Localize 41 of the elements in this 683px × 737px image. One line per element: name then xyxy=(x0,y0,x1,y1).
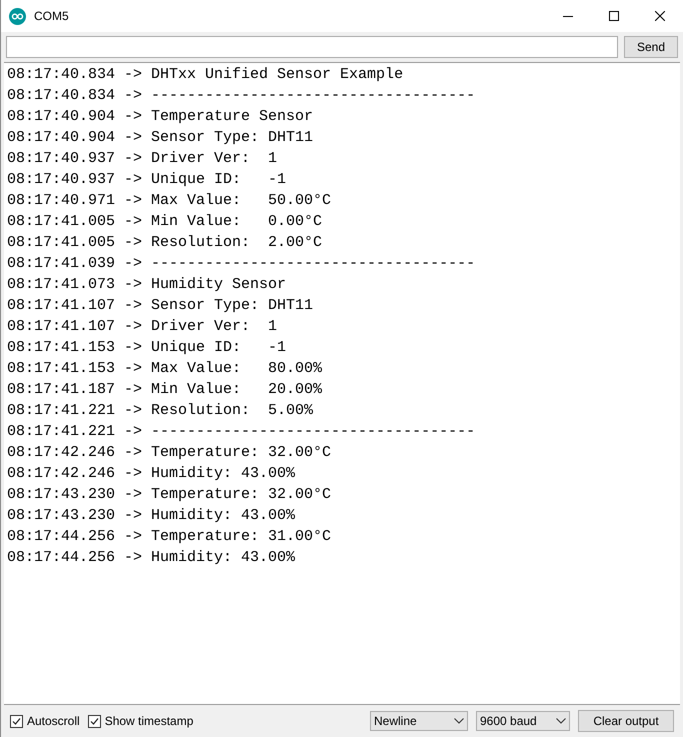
dropdown[interactable]: Newline xyxy=(370,711,468,731)
chevron-down-icon xyxy=(454,718,464,724)
send-button[interactable]: Send xyxy=(624,36,678,58)
output-line: 08:17:40.971 -> Max Value: 50.00°C xyxy=(7,191,332,211)
output-line: 08:17:41.107 -> Sensor Type: DHT11 xyxy=(7,296,314,316)
output-line: 08:17:42.246 -> Humidity: 43.00% xyxy=(7,464,296,484)
output-line: 08:17:41.005 -> Min Value: 0.00°C xyxy=(7,212,322,232)
output-line: 08:17:40.937 -> Unique ID: -1 xyxy=(7,170,286,190)
output-line: 08:17:41.039 -> ------------------------------------ xyxy=(7,254,476,274)
dropdown[interactable]: 9600 baud xyxy=(476,711,570,731)
output-line: 08:17:41.221 -> Resolution: 5.00% xyxy=(7,401,314,421)
output-line: 08:17:40.904 -> Sensor Type: DHT11 xyxy=(7,128,314,148)
checkbox[interactable] xyxy=(10,714,23,728)
checkbox-label: Show timestamp xyxy=(104,713,194,730)
maximize-icon xyxy=(609,11,619,21)
clear-output-button[interactable]: Clear output xyxy=(578,710,674,732)
input-field[interactable] xyxy=(6,36,618,58)
output-line: 08:17:40.937 -> Driver Ver: 1 xyxy=(7,149,278,169)
output-line: 08:17:41.187 -> Min Value: 20.00% xyxy=(7,380,322,400)
chevron-down-icon xyxy=(556,718,566,724)
infinity-logo-icon xyxy=(9,8,26,24)
output-line: 08:17:40.834 -> DHTxx Unified Sensor Example xyxy=(7,65,404,85)
output-line: 08:17:41.073 -> Humidity Sensor xyxy=(7,275,286,295)
output-line: 08:17:40.904 -> Temperature Sensor xyxy=(7,107,314,127)
output-line: 08:17:40.834 -> ------------------------------------ xyxy=(7,86,476,106)
output-line: 08:17:42.246 -> Temperature: 32.00°C xyxy=(7,443,332,463)
output-line: 08:17:41.153 -> Max Value: 80.00% xyxy=(7,359,322,379)
output-line: 08:17:41.153 -> Unique ID: -1 xyxy=(7,338,286,358)
output-line: 08:17:43.230 -> Temperature: 32.00°C xyxy=(7,485,332,505)
output-line: 08:17:43.230 -> Humidity: 43.00% xyxy=(7,506,296,526)
window-title: COM5 xyxy=(34,8,69,25)
close-icon xyxy=(655,11,665,21)
output-line: 08:17:41.005 -> Resolution: 2.00°C xyxy=(7,233,322,253)
checkbox[interactable] xyxy=(88,714,101,728)
checkbox-label: Autoscroll xyxy=(27,713,80,730)
checkmark-icon xyxy=(12,716,21,726)
output-line: 08:17:41.221 -> ------------------------------------ xyxy=(7,422,476,442)
output-line: 08:17:41.107 -> Driver Ver: 1 xyxy=(7,317,278,337)
checkmark-icon xyxy=(90,716,99,726)
output-line: 08:17:44.256 -> Temperature: 31.00°C xyxy=(7,527,332,547)
output-line: 08:17:44.256 -> Humidity: 43.00% xyxy=(7,548,296,568)
